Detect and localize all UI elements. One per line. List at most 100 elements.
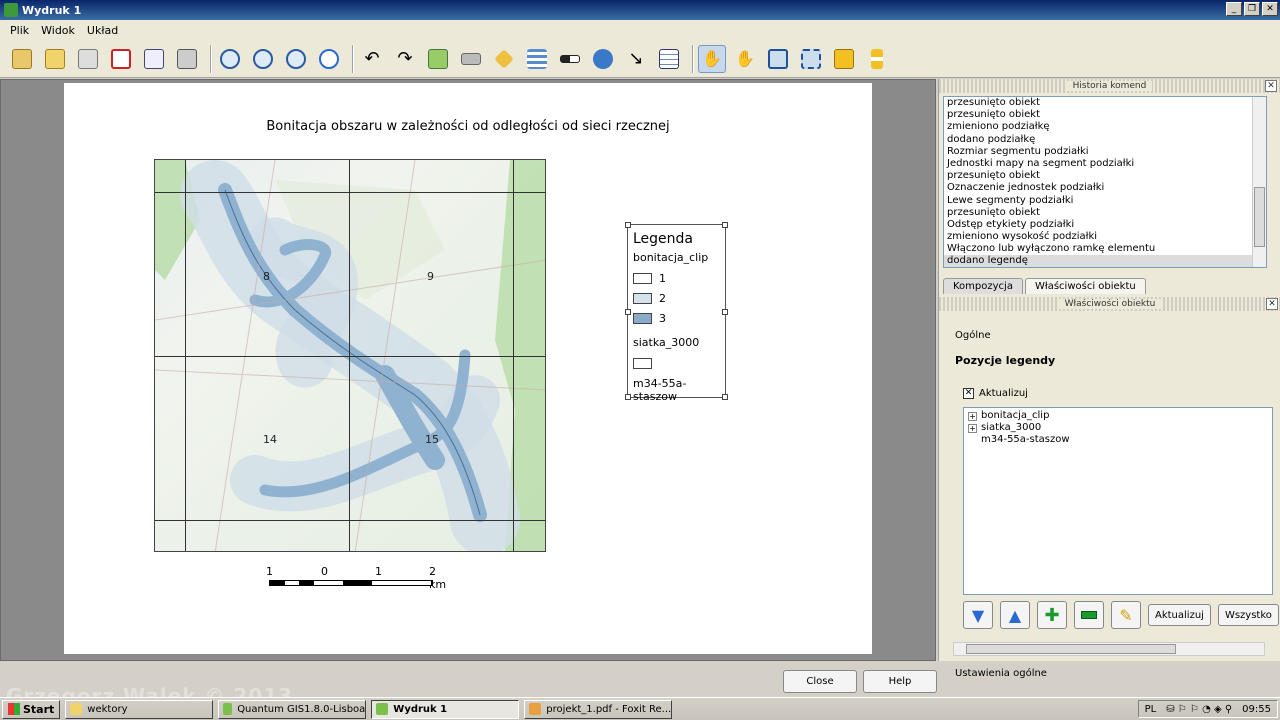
scale-tick-0: 0 bbox=[321, 565, 328, 578]
add-shape-icon[interactable] bbox=[589, 45, 617, 73]
clock[interactable]: 09:55 bbox=[1242, 704, 1271, 715]
grid-label-8: 8 bbox=[263, 270, 270, 283]
export-image-icon[interactable] bbox=[74, 45, 102, 73]
history-item[interactable]: dodano podziałkę bbox=[944, 134, 1266, 146]
props-hscrollbar[interactable] bbox=[953, 642, 1265, 656]
tree-node-bonitacja[interactable]: + bonitacja_clip bbox=[968, 410, 1268, 422]
help-button[interactable]: Help bbox=[863, 670, 937, 693]
select-move-icon[interactable]: ✋ bbox=[698, 44, 726, 73]
maximize-button[interactable]: ❐ bbox=[1244, 2, 1260, 16]
history-item[interactable]: przesunięto obiekt bbox=[944, 207, 1266, 219]
history-dock-title: Historia komend ✕ bbox=[939, 79, 1280, 93]
history-item[interactable]: Oznaczenie jednostek podziałki bbox=[944, 182, 1266, 194]
toolbar: ↶ ↷ ↘ ✋ ✋ bbox=[0, 40, 1280, 78]
export-pdf-icon[interactable] bbox=[107, 45, 135, 73]
group-icon[interactable] bbox=[764, 45, 792, 73]
edit-item-button[interactable]: ✎ bbox=[1111, 601, 1141, 629]
tree-node-siatka[interactable]: + siatka_3000 bbox=[968, 422, 1268, 434]
arrow-up-icon: ▲ bbox=[1008, 605, 1022, 625]
history-item-selected[interactable]: dodano legendę bbox=[944, 255, 1266, 267]
update-checkbox[interactable]: ✕ Aktualizuj bbox=[963, 388, 1028, 399]
map-title[interactable]: Bonitacja obszaru w zależności od odległ… bbox=[64, 119, 872, 134]
add-legend-icon[interactable] bbox=[523, 45, 551, 73]
history-item[interactable]: Lewe segmenty podziałki bbox=[944, 195, 1266, 207]
save-template-icon[interactable] bbox=[41, 45, 69, 73]
move-up-button[interactable]: ▲ bbox=[1000, 601, 1030, 629]
legend-layer-bonitacja: bonitacja_clip bbox=[633, 251, 709, 264]
task-wektory[interactable]: wektory bbox=[65, 699, 214, 719]
scalebar-item[interactable]: 1 0 1 2 km bbox=[266, 565, 446, 595]
history-item[interactable]: przesunięto obiekt bbox=[944, 109, 1266, 121]
menu-uklad[interactable]: Układ bbox=[81, 24, 124, 37]
history-item[interactable]: zmieniono wysokość podziałki bbox=[944, 231, 1266, 243]
zoom-in-icon[interactable] bbox=[249, 45, 277, 73]
remove-item-button[interactable] bbox=[1074, 601, 1104, 629]
history-item[interactable]: przesunięto obiekt bbox=[944, 97, 1266, 109]
tab-wlasciwosci[interactable]: Właściwości obiektu bbox=[1024, 278, 1146, 294]
start-button[interactable]: Start bbox=[2, 699, 61, 719]
legend-item[interactable]: Legenda bonitacja_clip 1 2 3 siatka_3000… bbox=[625, 222, 728, 403]
move-content-icon[interactable]: ✋ bbox=[731, 45, 759, 73]
close-window-button[interactable]: ✕ bbox=[1262, 2, 1278, 16]
history-item[interactable]: Odstęp etykiety podziałki bbox=[944, 219, 1266, 231]
export-svg-icon[interactable] bbox=[140, 45, 168, 73]
checkbox-checked-icon[interactable]: ✕ bbox=[963, 388, 974, 399]
add-label-icon[interactable] bbox=[490, 45, 518, 73]
task-foxit[interactable]: projekt_1.pdf - Foxit Re... bbox=[524, 699, 673, 719]
history-scrollbar[interactable] bbox=[1252, 97, 1266, 267]
legend-swatch-siatka bbox=[633, 357, 652, 369]
section-general[interactable]: Ogólne bbox=[955, 330, 991, 341]
add-table-icon[interactable] bbox=[655, 45, 683, 73]
tree-node-m34[interactable]: m34-55a-staszow bbox=[968, 434, 1268, 446]
add-map-icon[interactable] bbox=[424, 45, 452, 73]
expand-icon[interactable]: + bbox=[968, 423, 977, 433]
zoom-full-icon[interactable] bbox=[216, 45, 244, 73]
menu-widok[interactable]: Widok bbox=[35, 24, 81, 37]
language-indicator[interactable]: PL bbox=[1145, 704, 1157, 715]
add-scalebar-icon[interactable] bbox=[556, 45, 584, 73]
section-legend-items[interactable]: Pozycje legendy bbox=[955, 354, 1055, 367]
scale-tick-1: 1 bbox=[266, 565, 273, 578]
redo-icon[interactable]: ↷ bbox=[391, 45, 419, 73]
legend-class-2: 2 bbox=[633, 288, 720, 308]
history-item[interactable]: Rozmiar segmentu podziałki bbox=[944, 146, 1266, 158]
task-qgis[interactable]: Quantum GIS1.8.0-Lisboa bbox=[218, 699, 367, 719]
minimize-button[interactable]: _ bbox=[1226, 2, 1242, 16]
task-wydruk[interactable]: Wydruk 1 bbox=[371, 699, 520, 719]
print-icon[interactable] bbox=[173, 45, 201, 73]
general-settings-section[interactable]: Ustawienia ogólne bbox=[955, 668, 1047, 679]
legend-tree[interactable]: + bonitacja_clip + siatka_3000 m34-55a-sta… bbox=[963, 407, 1273, 595]
add-arrow-icon[interactable]: ↘ bbox=[622, 45, 650, 73]
legend-layer-m34: m34-55a-staszow bbox=[633, 377, 687, 403]
expand-icon[interactable]: + bbox=[968, 411, 977, 421]
legend-title: Legenda bbox=[633, 231, 694, 247]
ungroup-icon[interactable] bbox=[797, 45, 825, 73]
history-list[interactable]: przesunięto obiekt przesunięto obiekt zm… bbox=[943, 96, 1267, 268]
close-icon[interactable]: ✕ bbox=[1266, 298, 1278, 310]
grid-label-15: 15 bbox=[425, 433, 439, 446]
tab-kompozycja[interactable]: Kompozycja bbox=[943, 278, 1023, 294]
add-image-icon[interactable] bbox=[457, 45, 485, 73]
history-item[interactable]: zmieniono podziałkę bbox=[944, 121, 1266, 133]
history-item[interactable]: Włączono lub wyłączono ramkę elementu bbox=[944, 243, 1266, 255]
history-item[interactable]: przesunięto obiekt bbox=[944, 170, 1266, 182]
qgis-icon bbox=[4, 3, 18, 17]
composer-canvas[interactable]: Bonitacja obszaru w zależności od odległ… bbox=[0, 79, 936, 661]
history-item[interactable]: Jednostki mapy na segment podziałki bbox=[944, 158, 1266, 170]
raise-icon[interactable] bbox=[830, 45, 858, 73]
menu-plik[interactable]: Plik bbox=[4, 24, 35, 37]
zoom-out-icon[interactable] bbox=[282, 45, 310, 73]
tray-icons[interactable]: ⛁ ⚐ ⚐ ◔ ◈ ⚲ bbox=[1166, 704, 1232, 715]
move-down-button[interactable]: ▼ bbox=[963, 601, 993, 629]
close-icon[interactable]: ✕ bbox=[1265, 80, 1277, 92]
map-item[interactable]: 8 9 14 15 bbox=[154, 159, 546, 552]
close-button[interactable]: Close bbox=[783, 670, 857, 693]
refresh-icon[interactable] bbox=[315, 45, 343, 73]
align-icon[interactable] bbox=[863, 45, 891, 73]
system-tray: PL ⛁ ⚐ ⚐ ◔ ◈ ⚲ 09:55 bbox=[1137, 700, 1278, 718]
update-button[interactable]: Aktualizuj bbox=[1148, 604, 1211, 626]
all-button[interactable]: Wszystko bbox=[1217, 604, 1279, 626]
add-item-button[interactable]: ✚ bbox=[1037, 601, 1067, 629]
folder-open-icon[interactable] bbox=[8, 45, 36, 73]
undo-icon[interactable]: ↶ bbox=[358, 45, 386, 73]
